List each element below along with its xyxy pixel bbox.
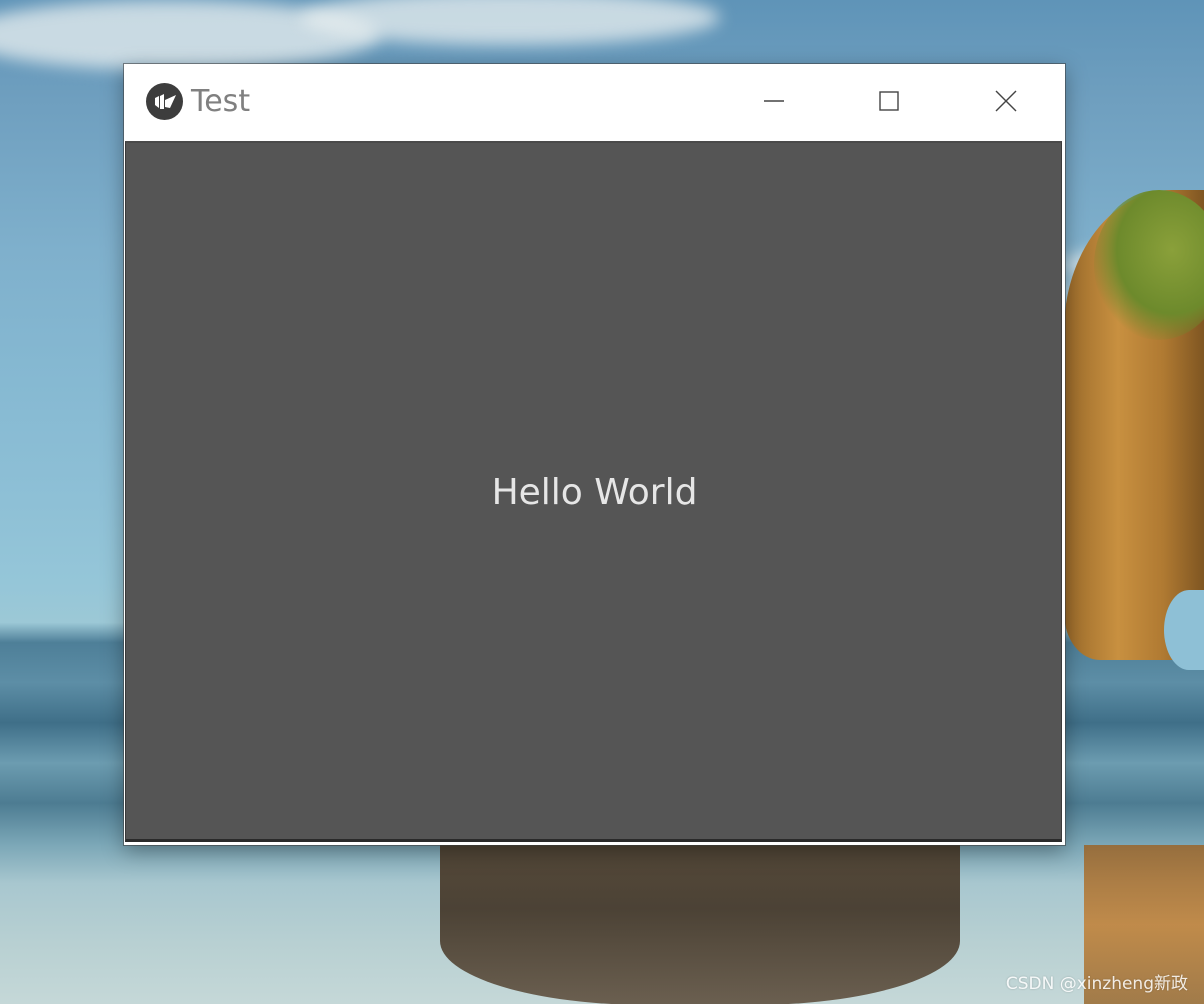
maximize-button[interactable] (841, 76, 937, 130)
kivy-logo-icon[interactable] (146, 83, 183, 120)
close-button[interactable] (958, 76, 1054, 130)
desktop-wallpaper: Test Hello World CSDN @xinzheng新政 (0, 0, 1204, 1004)
window-titlebar[interactable]: Test (124, 64, 1065, 141)
hello-label: Hello World (491, 472, 698, 513)
app-window: Test Hello World (124, 64, 1065, 845)
minimize-button[interactable] (726, 76, 822, 130)
close-icon (994, 89, 1018, 117)
rock-reflection (440, 845, 960, 1004)
csdn-watermark: CSDN @xinzheng新政 (1005, 974, 1188, 994)
window-title: Test (191, 84, 251, 119)
window-content-area: Hello World (125, 141, 1062, 842)
minimize-icon (763, 90, 785, 116)
maximize-icon (878, 90, 900, 116)
